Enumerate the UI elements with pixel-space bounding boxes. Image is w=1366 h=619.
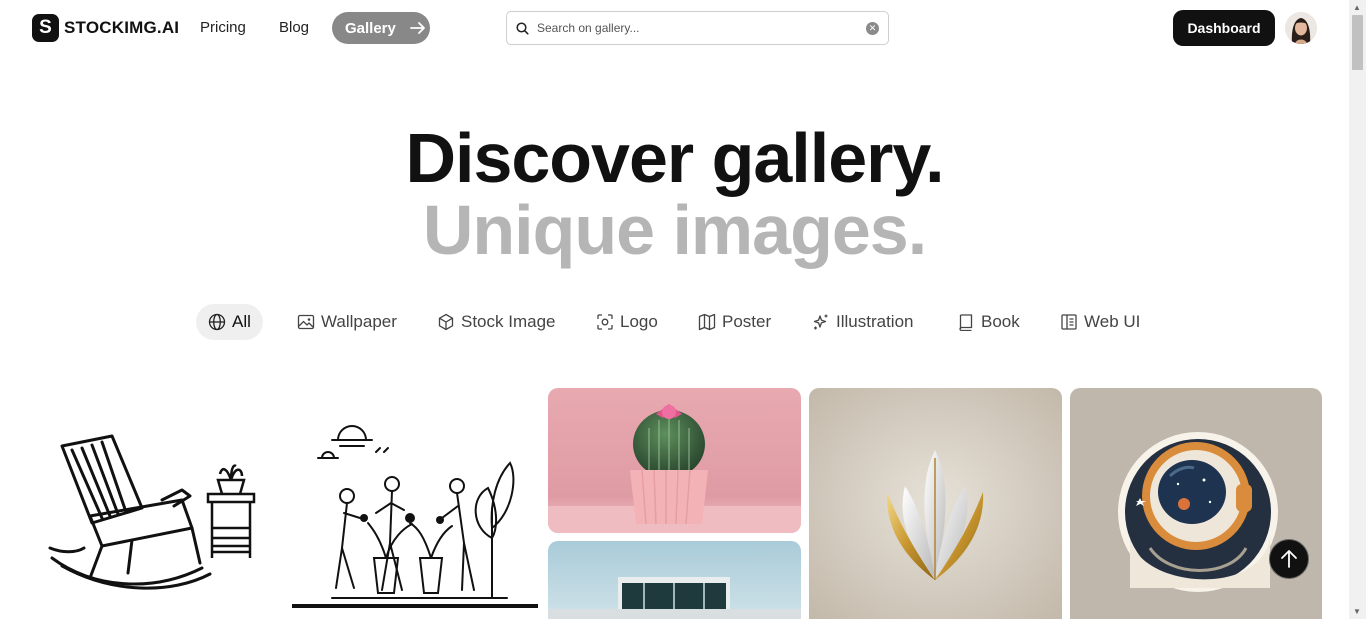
category-label: Web UI	[1084, 312, 1141, 331]
rocking-chair-illustration	[32, 388, 282, 619]
image-icon	[297, 314, 315, 330]
gallery-image-gardeners[interactable]	[292, 418, 538, 608]
gallery-image-building[interactable]	[548, 541, 801, 619]
logo[interactable]: S STOCKIMG.AI	[32, 14, 179, 42]
category-logo[interactable]: Logo	[584, 304, 670, 340]
logo-mark-icon: S	[32, 14, 59, 42]
map-icon	[698, 313, 716, 331]
building-photo	[548, 541, 801, 619]
layout-icon	[1061, 314, 1077, 330]
page: S STOCKIMG.AI Pricing Blog Gallery ✕ Das…	[0, 0, 1366, 619]
gallery-image-cactus[interactable]	[548, 388, 801, 533]
category-book[interactable]: Book	[945, 304, 1032, 340]
category-stock-image[interactable]: Stock Image	[425, 304, 568, 340]
nav-gallery-button[interactable]: Gallery	[332, 12, 430, 44]
logo-text: STOCKIMG.AI	[64, 18, 180, 37]
clear-search-icon[interactable]: ✕	[866, 21, 879, 35]
scrollbar-thumb[interactable]	[1352, 15, 1363, 70]
search-input[interactable]	[537, 21, 866, 35]
gallery-image-astronaut[interactable]	[1070, 388, 1322, 619]
top-navbar: S STOCKIMG.AI Pricing Blog Gallery ✕ Das…	[0, 0, 1349, 56]
nav-pricing-link[interactable]: Pricing	[200, 19, 246, 36]
astronaut-sticker	[1070, 388, 1322, 619]
hero-title: Discover gallery.	[405, 119, 944, 197]
scroll-up-arrow-icon[interactable]: ▲	[1353, 3, 1361, 12]
arrow-up-icon	[1281, 550, 1297, 568]
gallery-image-gold-logo[interactable]	[809, 388, 1062, 619]
category-illustration[interactable]: Illustration	[800, 304, 925, 340]
scan-icon	[597, 314, 613, 330]
globe-icon	[208, 313, 226, 331]
scroll-down-arrow-icon[interactable]: ▼	[1353, 607, 1361, 616]
hero-subtitle: Unique images.	[422, 191, 927, 269]
arrow-right-icon	[409, 22, 425, 34]
category-label: Poster	[722, 312, 772, 331]
gold-leaf-logo	[809, 388, 1062, 619]
category-web-ui[interactable]: Web UI	[1048, 304, 1152, 340]
gardeners-illustration	[292, 418, 538, 608]
search-bar: ✕	[506, 11, 889, 45]
category-label: Illustration	[836, 312, 914, 331]
cube-icon	[438, 313, 454, 331]
cactus-photo	[548, 388, 801, 533]
category-all[interactable]: All	[196, 304, 263, 340]
category-wallpaper[interactable]: Wallpaper	[285, 304, 409, 340]
category-label: All	[232, 312, 251, 331]
dashboard-button[interactable]: Dashboard	[1173, 10, 1275, 46]
category-label: Logo	[620, 312, 658, 331]
vertical-scrollbar[interactable]: ▲ ▼	[1349, 0, 1366, 619]
category-label: Book	[981, 312, 1020, 331]
avatar-image	[1285, 12, 1317, 44]
book-icon	[959, 314, 973, 331]
sparkles-icon	[813, 314, 828, 330]
category-label: Wallpaper	[321, 312, 397, 331]
category-poster[interactable]: Poster	[686, 304, 783, 340]
gallery-image-rocking-chair[interactable]	[32, 388, 282, 619]
category-label: Stock Image	[461, 312, 556, 331]
search-icon	[516, 21, 529, 35]
nav-blog-link[interactable]: Blog	[279, 19, 309, 36]
user-avatar[interactable]	[1285, 12, 1317, 44]
gallery-button-label: Gallery	[345, 19, 396, 37]
scroll-to-top-button[interactable]	[1269, 539, 1309, 579]
